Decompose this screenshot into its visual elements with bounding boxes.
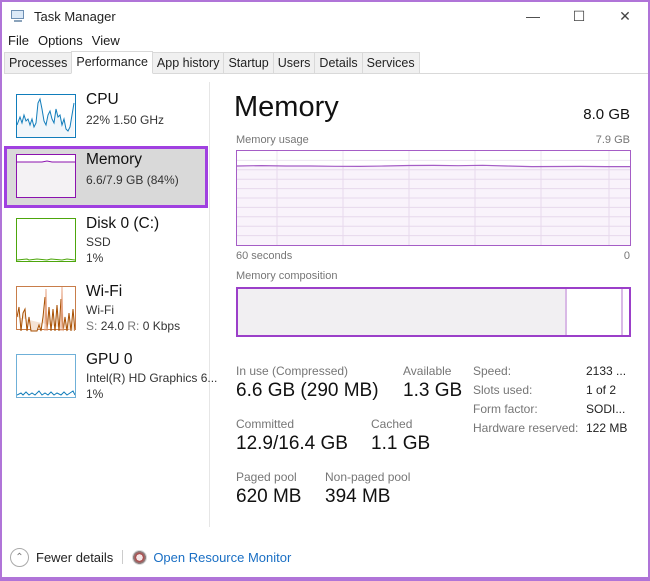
sidebar-item-memory[interactable]: Memory 6.6/7.9 GB (84%)	[4, 146, 208, 208]
menu-bar: File Options View	[2, 30, 123, 50]
receive-value: 0 Kbps	[142, 319, 181, 333]
task-manager-window: Task Manager — ☐ ✕ File Options View Pro…	[0, 0, 650, 581]
tab-performance[interactable]: Performance	[71, 51, 153, 74]
receive-label: R:	[127, 319, 140, 333]
disk-type: SSD	[86, 235, 111, 249]
available-label: Available	[403, 364, 452, 378]
memory-composition-label: Memory composition	[236, 270, 338, 282]
wifi-adapter: Wi-Fi	[86, 303, 114, 317]
window-title: Task Manager	[34, 8, 116, 24]
close-button[interactable]: ✕	[602, 2, 648, 30]
menu-file[interactable]: File	[5, 33, 32, 48]
in-use-value: 6.6 GB (290 MB)	[236, 380, 379, 401]
sidebar-item-gpu[interactable]: GPU 0 Intel(R) HD Graphics 6... 1%	[4, 346, 217, 412]
wifi-thumbnail-graph	[16, 286, 76, 332]
sidebar-item-cpu[interactable]: CPU 22% 1.50 GHz	[4, 86, 208, 148]
paged-pool-value: 620 MB	[236, 486, 302, 507]
gpu-thumbnail-graph	[16, 354, 76, 398]
gpu-model: Intel(R) HD Graphics 6...	[86, 371, 218, 385]
sidebar-item-disk[interactable]: Disk 0 (C:) SSD 1%	[4, 210, 208, 276]
tab-services[interactable]: Services	[361, 52, 420, 73]
time-span-label: 60 seconds	[236, 250, 293, 262]
sidebar-item-wifi[interactable]: Wi-Fi Wi-Fi S: 24.0 R: 0 Kbps	[4, 278, 208, 344]
disk-thumbnail-graph	[16, 218, 76, 262]
memory-usage-graph	[236, 150, 631, 246]
gpu-title: GPU 0	[86, 351, 133, 368]
footer: ⌃ Fewer details Open Resource Monitor	[2, 542, 648, 572]
panel-title: Memory	[234, 91, 339, 123]
footer-divider	[122, 550, 124, 564]
cpu-title: CPU	[86, 91, 119, 108]
memory-usage: 6.6/7.9 GB (84%)	[86, 173, 179, 187]
memory-usage-label: Memory usage	[236, 134, 309, 146]
composition-free	[621, 289, 629, 335]
open-resource-monitor-link[interactable]: Open Resource Monitor	[153, 550, 291, 565]
slots-used-label: Slots used:	[473, 383, 533, 397]
tab-app-history[interactable]: App history	[151, 52, 225, 73]
memory-thumbnail-graph	[16, 154, 76, 198]
chevron-up-icon[interactable]: ⌃	[10, 547, 29, 567]
speed-label: Speed:	[473, 364, 512, 378]
non-paged-pool-label: Non-paged pool	[325, 470, 411, 484]
cpu-usage: 22% 1.50 GHz	[86, 113, 165, 127]
paged-pool-label: Paged pool	[236, 470, 297, 484]
tab-processes[interactable]: Processes	[4, 52, 73, 73]
non-paged-pool-value: 394 MB	[325, 486, 391, 507]
total-memory: 8.0 GB	[583, 106, 630, 123]
tab-startup[interactable]: Startup	[223, 52, 274, 73]
memory-composition-bar	[236, 287, 631, 337]
committed-value: 12.9/16.4 GB	[236, 433, 348, 454]
memory-usage-chart	[236, 151, 630, 245]
composition-in-use	[238, 289, 565, 335]
resource-monitor-icon	[132, 549, 148, 565]
maximize-button[interactable]: ☐	[556, 2, 602, 30]
task-manager-icon	[10, 9, 26, 23]
composition-standby	[566, 289, 622, 335]
menu-options[interactable]: Options	[35, 33, 86, 48]
form-factor-label: Form factor:	[473, 402, 538, 416]
slots-used-value: 1 of 2	[586, 383, 617, 397]
hardware-reserved-value: 122 MB	[586, 421, 628, 435]
available-value: 1.3 GB	[403, 380, 463, 401]
cpu-thumbnail-graph	[16, 94, 76, 138]
gpu-usage: 1%	[86, 387, 104, 401]
disk-usage: 1%	[86, 251, 104, 265]
wifi-title: Wi-Fi	[86, 283, 123, 300]
minimize-button[interactable]: —	[510, 2, 556, 30]
tab-users[interactable]: Users	[272, 52, 316, 73]
time-zero-label: 0	[623, 250, 630, 262]
send-value: 24.0	[100, 319, 125, 333]
hardware-reserved-label: Hardware reserved:	[473, 421, 579, 435]
committed-label: Committed	[236, 417, 295, 431]
form-factor-value: SODI...	[586, 402, 626, 416]
disk-title: Disk 0 (C:)	[86, 215, 160, 232]
resource-sidebar: CPU 22% 1.50 GHz Memory 6.6/7.9 GB (84%)…	[2, 82, 217, 527]
tab-details[interactable]: Details	[314, 52, 363, 73]
speed-value: 2133 ...	[586, 364, 627, 378]
wifi-throughput: S: 24.0 R: 0 Kbps	[86, 319, 180, 333]
memory-title: Memory	[86, 151, 142, 168]
usage-area	[237, 165, 630, 245]
cached-label: Cached	[371, 417, 413, 431]
menu-view[interactable]: View	[89, 33, 123, 48]
tab-bar: Processes Performance App history Startu…	[4, 51, 648, 74]
cached-value: 1.1 GB	[371, 433, 431, 454]
in-use-label: In use (Compressed)	[236, 364, 349, 378]
fewer-details-button[interactable]: Fewer details	[36, 550, 113, 565]
send-label: S:	[86, 319, 98, 333]
memory-usage-max: 7.9 GB	[595, 134, 630, 146]
title-bar: Task Manager — ☐ ✕	[2, 2, 648, 30]
